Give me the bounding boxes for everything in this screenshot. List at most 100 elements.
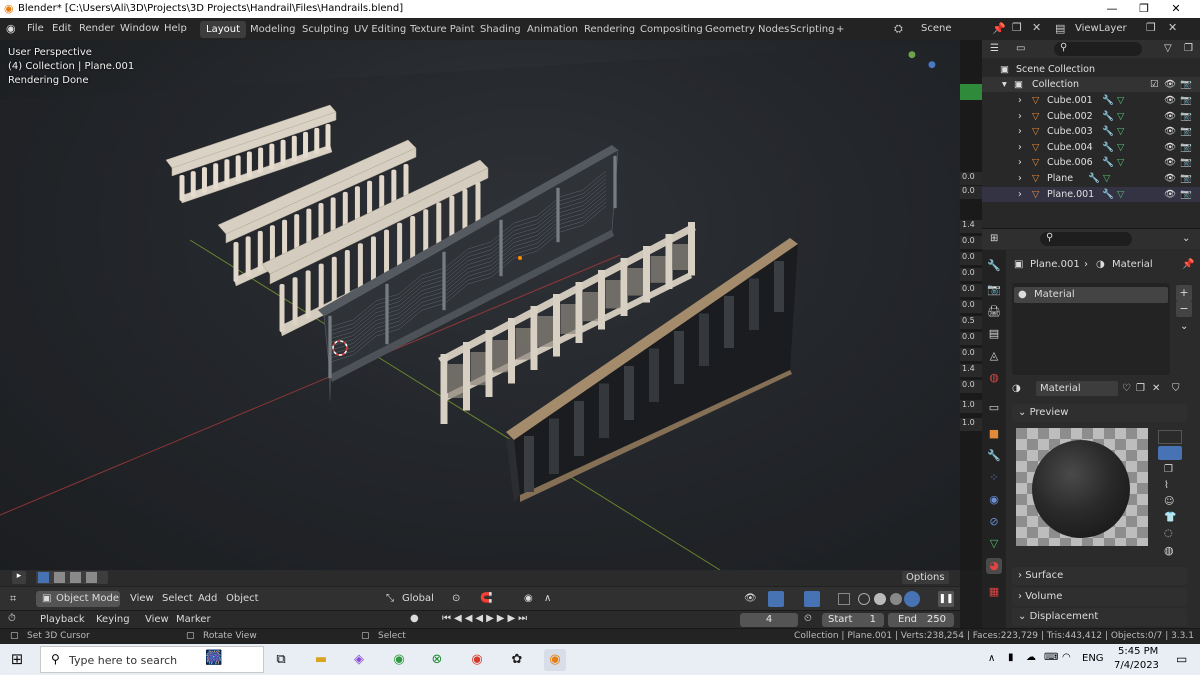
falloff-icon[interactable]: ∧	[544, 593, 551, 604]
constraints-tab-icon[interactable]: ⊘	[986, 514, 1002, 530]
taskbar-search-box[interactable]: ⚲ Type here to search 🎆	[40, 646, 264, 673]
solid-shading-icon[interactable]	[874, 593, 886, 605]
properties-editor-icon[interactable]: ⊞	[990, 233, 998, 244]
pause-render-icon[interactable]: ❚❚	[938, 591, 954, 607]
menu-object[interactable]: Object	[226, 593, 259, 604]
eye-icon[interactable]: 👁	[1164, 157, 1176, 168]
modifier-icon[interactable]: 🔧	[1102, 157, 1114, 168]
material-selector[interactable]: ◑ Material ♡ ❐ ✕	[1012, 381, 1162, 397]
start-frame-field[interactable]: Start 1	[822, 613, 884, 627]
material-shading-icon[interactable]	[890, 593, 902, 605]
gizmo-toggle-icon[interactable]	[768, 591, 784, 607]
particles-tab-icon[interactable]: ⁘	[986, 470, 1002, 486]
expand-arrow-icon[interactable]: ▾	[1002, 79, 1007, 90]
notification-icon[interactable]: ▭	[1176, 652, 1187, 666]
minimize-button[interactable]: —	[1102, 2, 1122, 15]
eye-icon[interactable]: 👁	[1164, 142, 1176, 153]
preview-fluid-icon[interactable]: ◌	[1164, 528, 1173, 539]
add-workspace-button[interactable]: +	[830, 21, 850, 38]
expand-arrow-icon[interactable]: ›	[1018, 173, 1022, 184]
add-slot-button[interactable]: +	[1176, 285, 1192, 301]
3d-viewport[interactable]: User Perspective (4) Collection | Plane.…	[0, 40, 960, 570]
current-frame-field[interactable]: 4	[740, 613, 798, 627]
tray-overflow-icon[interactable]: ∧	[988, 653, 995, 664]
panel-displacement[interactable]: ⌄ Displacement	[1012, 608, 1187, 626]
preview-sphere-icon[interactable]	[1158, 446, 1182, 460]
language-indicator[interactable]: ENG	[1082, 653, 1104, 664]
collection-checkbox-icon[interactable]: ☑	[1150, 79, 1159, 90]
camera-icon[interactable]: 📷	[1180, 157, 1192, 168]
rendered-shading-icon[interactable]	[904, 591, 920, 607]
tab-modeling[interactable]: Modeling	[244, 21, 302, 38]
eye-icon[interactable]: 👁	[1164, 95, 1176, 106]
outliner-item[interactable]: › ▽ Cube.001 🔧 ▽ 👁 📷	[982, 93, 1200, 108]
menu-render[interactable]: Render	[79, 23, 115, 34]
panel-surface[interactable]: › Surface	[1012, 567, 1187, 585]
menu-add[interactable]: Add	[198, 593, 217, 604]
expand-arrow-icon[interactable]: ›	[1018, 157, 1022, 168]
strip-value[interactable]: 0.0	[960, 348, 982, 361]
eye-icon[interactable]: 👁	[1164, 111, 1176, 122]
menu-window[interactable]: Window	[120, 23, 159, 34]
modifier-icon[interactable]: 🔧	[1102, 111, 1114, 122]
strip-value[interactable]: 0.5	[960, 316, 982, 329]
chrome-profile-icon[interactable]: ◉	[466, 649, 488, 671]
menu-help[interactable]: Help	[164, 23, 187, 34]
wireframe-shading-icon[interactable]	[858, 593, 870, 605]
photos-icon[interactable]: ◈	[348, 649, 370, 671]
pin-icon[interactable]: 📌	[1182, 259, 1194, 270]
scene-name[interactable]: Scene	[921, 23, 952, 34]
properties-options-icon[interactable]: ⌄	[1182, 233, 1190, 244]
tab-texture-paint[interactable]: Texture Paint	[404, 21, 481, 38]
mesh-data-icon[interactable]: ▽	[1117, 95, 1124, 106]
unlink-material-icon[interactable]: ✕	[1152, 383, 1160, 394]
transform-orientation[interactable]: Global	[402, 593, 434, 604]
camera-icon[interactable]: 📷	[1180, 173, 1192, 184]
tab-uv-editing[interactable]: UV Editing	[348, 21, 412, 38]
visibility-icon[interactable]: 👁	[744, 593, 757, 604]
expand-arrow-icon[interactable]: ›	[1018, 111, 1022, 122]
strip-value[interactable]: 0.0	[960, 268, 982, 281]
outliner-item[interactable]: › ▽ Cube.006 🔧 ▽ 👁 📷	[982, 155, 1200, 170]
editor-type-icon[interactable]: ⌗	[10, 592, 16, 606]
windows-start-icon[interactable]: ⊞	[6, 648, 28, 670]
strip-value[interactable]: 0.0	[960, 236, 982, 249]
tab-rendering[interactable]: Rendering	[578, 21, 641, 38]
preview-world-icon[interactable]: ◍	[1164, 544, 1174, 557]
camera-icon[interactable]: 📷	[1180, 126, 1192, 137]
outliner-collection[interactable]: ▾ ▣ Collection ☑ 👁 📷	[982, 77, 1200, 92]
outliner-item[interactable]: › ▽ Cube.004 🔧 ▽ 👁 📷	[982, 140, 1200, 155]
material-slot-list[interactable]: ● Material	[1012, 283, 1170, 375]
davinci-resolve-icon[interactable]: ✿	[506, 649, 528, 671]
close-button[interactable]: ✕	[1166, 2, 1186, 15]
end-frame-field[interactable]: End 250	[888, 613, 954, 627]
battery-icon[interactable]: ▮	[1008, 652, 1014, 663]
outliner-item[interactable]: › ▽ Cube.003 🔧 ▽ 👁 📷	[982, 124, 1200, 139]
tab-sculpting[interactable]: Sculpting	[296, 21, 355, 38]
render-tab-icon[interactable]: 📷	[986, 282, 1002, 298]
strip-value[interactable]: 1.0	[960, 418, 982, 431]
duplicate-material-icon[interactable]: ❐	[1136, 383, 1145, 394]
tab-animation[interactable]: Animation	[521, 21, 584, 38]
xbox-icon[interactable]: ⊗	[426, 649, 448, 671]
eye-icon[interactable]: 👁	[1164, 173, 1176, 184]
outliner-scene-collection[interactable]: ▣ Scene Collection	[982, 62, 1200, 77]
task-view-icon[interactable]: ⧉	[270, 649, 292, 671]
timeline-editor-icon[interactable]: ⏱	[8, 613, 16, 624]
mesh-data-icon[interactable]: ▽	[1117, 126, 1124, 137]
file-explorer-icon[interactable]: ▬	[310, 649, 332, 671]
modifier-icon[interactable]: 🔧	[1102, 126, 1114, 137]
camera-icon[interactable]: 📷	[1180, 95, 1192, 106]
overlays-toggle-icon[interactable]	[804, 591, 820, 607]
strip-value[interactable]: 0.0	[960, 300, 982, 313]
strip-value[interactable]: 0.0	[960, 252, 982, 265]
clock-time[interactable]: 5:45 PM	[1118, 646, 1158, 657]
preview-flat-icon[interactable]	[1158, 430, 1182, 444]
camera-icon[interactable]: 📷	[1180, 142, 1192, 153]
world-tab-icon[interactable]: ◍	[986, 370, 1002, 386]
strip-value[interactable]: 0.0	[960, 284, 982, 297]
filter-icon[interactable]: ▽	[1164, 43, 1172, 54]
maximize-button[interactable]: ❐	[1134, 2, 1154, 15]
strip-value[interactable]: 1.4	[960, 220, 982, 233]
display-mode-icon[interactable]: ▭	[1016, 43, 1025, 54]
